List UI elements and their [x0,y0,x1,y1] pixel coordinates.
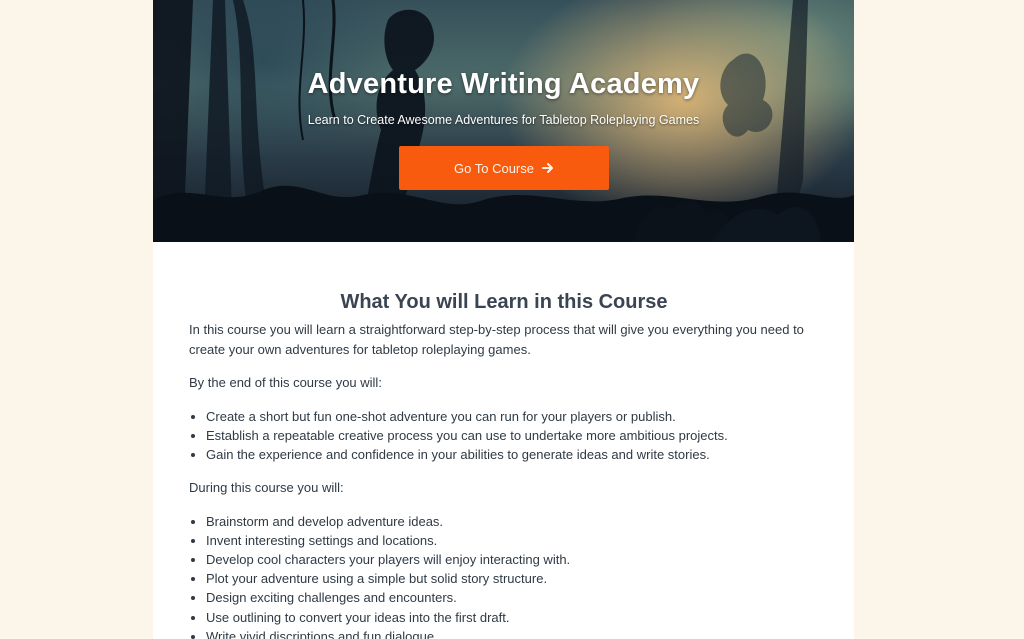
go-to-course-label: Go To Course [454,160,534,176]
end-of-course-list: Create a short but fun one-shot adventur… [189,407,819,465]
hero-banner: Adventure Writing Academy Learn to Creat… [153,0,854,242]
list-item: Develop cool characters your players wil… [206,550,819,569]
arrow-right-icon [541,163,553,173]
course-page: Adventure Writing Academy Learn to Creat… [153,0,854,639]
hero-title: Adventure Writing Academy [307,68,700,100]
intro-paragraph: In this course you will learn a straight… [189,322,804,357]
list-item: Brainstorm and develop adventure ideas. [206,512,819,531]
go-to-course-button[interactable]: Go To Course [399,146,609,190]
section-heading: What You will Learn in this Course [340,291,668,313]
list-item: Use outlining to convert your ideas into… [206,608,819,627]
list-item: Create a short but fun one-shot adventur… [206,407,819,426]
during-course-label: During this course you will: [189,480,344,496]
end-of-course-label: By the end of this course you will: [189,375,382,390]
list-item: Design exciting challenges and encounter… [206,588,819,607]
list-item: Write vivid discriptions and fun dialogu… [206,627,819,639]
course-description: What You will Learn in this Course In th… [189,288,819,639]
hero-subtitle: Learn to Create Awesome Adventures for T… [307,113,700,127]
list-item: Gain the experience and confidence in yo… [206,445,819,464]
during-course-list: Brainstorm and develop adventure ideas. … [189,512,819,639]
list-item: Invent interesting settings and location… [206,531,819,550]
list-item: Establish a repeatable creative process … [206,426,819,445]
list-item: Plot your adventure using a simple but s… [206,569,819,588]
